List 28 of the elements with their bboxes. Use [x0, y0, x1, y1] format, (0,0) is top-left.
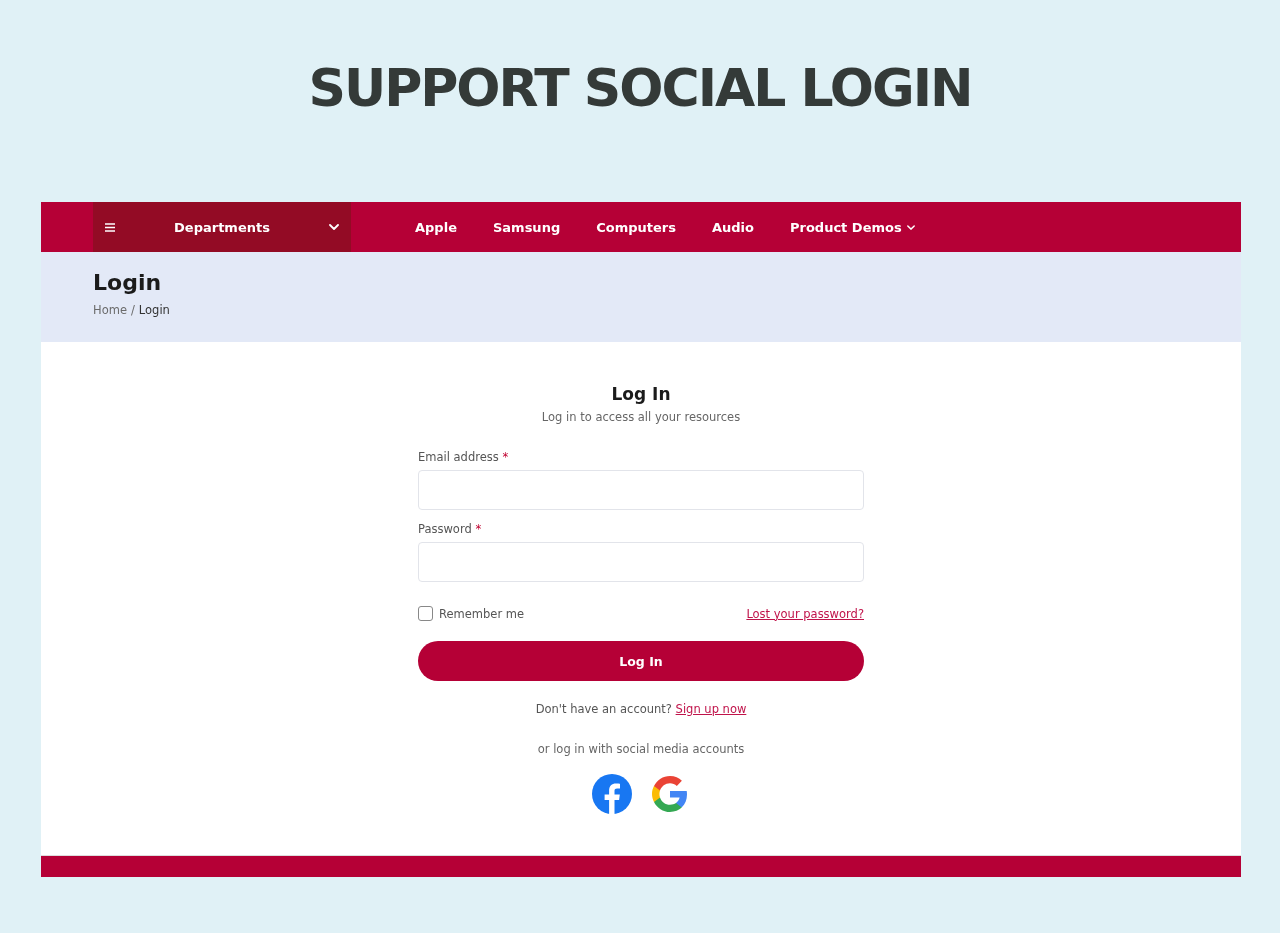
nav-link[interactable]: Computers: [578, 212, 694, 242]
google-icon[interactable]: [650, 774, 690, 814]
lost-password-link[interactable]: Lost your password?: [746, 606, 864, 621]
facebook-icon[interactable]: [592, 774, 632, 814]
input-field[interactable]: [418, 470, 864, 510]
form-title: Log In: [611, 384, 671, 404]
breadcrumb-item[interactable]: Home: [93, 303, 127, 317]
nav-link[interactable]: Apple: [397, 212, 475, 242]
form-subtitle: Log in to access all your resources: [541, 410, 741, 424]
checkbox-label: Remember me: [439, 606, 525, 621]
nav-link[interactable]: Product Demos: [771, 212, 933, 242]
social-login-prompt: or log in with social media accounts: [537, 742, 745, 756]
login-button[interactable]: Log In: [418, 641, 864, 681]
menu-icon: [105, 222, 115, 232]
chevron-down-icon: [329, 224, 339, 230]
input-field[interactable]: [418, 542, 864, 582]
breadcrumb-separator: /: [130, 303, 135, 317]
headline: SUPPORT SOCIAL LOGIN: [307, 57, 973, 120]
signup-prompt: Don't have an account? Sign up now: [535, 702, 747, 716]
signup-link[interactable]: Sign up now: [675, 702, 747, 716]
nav-link[interactable]: Samsung: [474, 212, 579, 242]
breadcrumb-item: Login: [138, 303, 170, 317]
field-label: Email address *: [418, 450, 509, 464]
departments-menu[interactable]: Departments: [93, 202, 351, 252]
page-title: Login: [93, 270, 163, 295]
nav-link[interactable]: Audio: [693, 212, 772, 242]
checkbox[interactable]: [418, 606, 433, 621]
field-label: Password *: [418, 522, 482, 536]
